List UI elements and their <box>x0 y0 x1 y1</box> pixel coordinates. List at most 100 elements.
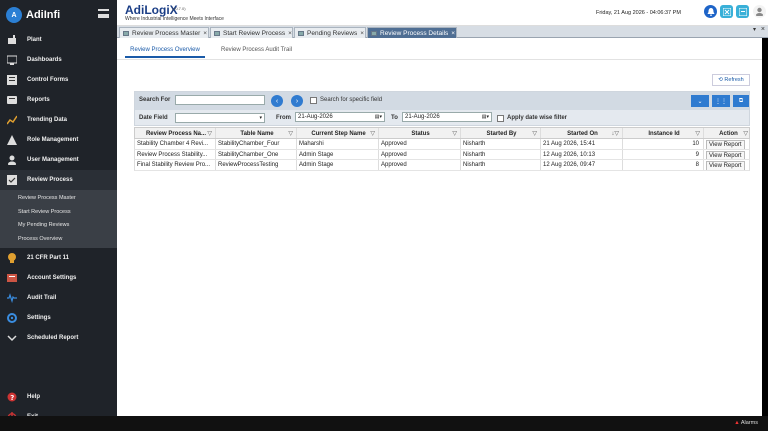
sidebar-item-21-cfr-part-11[interactable]: 21 CFR Part 11 <box>0 248 117 268</box>
sidebar: A AdiInfi Plant Dashboards Control Forms… <box>0 0 117 431</box>
to-date-value: 21-Aug-2026 <box>405 114 440 120</box>
tab-review-process-master[interactable]: Review Process Master × <box>119 27 209 38</box>
hamburger-menu-icon[interactable] <box>98 9 109 18</box>
filter-icon[interactable]: ▽ <box>288 128 293 138</box>
column-header-current-step-name[interactable]: Current Step Name ▽ <box>297 128 379 138</box>
calendar-icon[interactable]: ▤▾ <box>375 113 382 122</box>
search-specific-field-checkbox[interactable] <box>310 97 317 104</box>
close-all-tabs-icon[interactable]: × <box>761 26 765 33</box>
filter-icon[interactable]: ▽ <box>207 128 212 138</box>
filter-expand-button[interactable]: ⌄ <box>691 95 709 107</box>
account-settings-icon <box>6 272 18 284</box>
cell-started-on: 12 Aug 2026, 10:13 <box>541 149 623 159</box>
next-arrow-icon[interactable]: › <box>291 95 303 107</box>
sidebar-item-dashboards[interactable]: Dashboards <box>0 50 117 70</box>
tab-close-icon[interactable]: × <box>203 30 207 37</box>
column-header-review-process-name[interactable]: Review Process Na... ▽ <box>135 128 216 138</box>
export-excel-icon[interactable] <box>720 5 733 18</box>
sidebar-item-label: Dashboards <box>27 57 62 63</box>
sidebar-item-account-settings[interactable]: Account Settings <box>0 268 117 288</box>
tab-close-icon[interactable]: × <box>451 30 455 37</box>
sidebar-item-label: Role Management <box>27 137 79 143</box>
alarm-icon: ▲ <box>734 420 740 426</box>
sidebar-item-user-management[interactable]: User Management <box>0 150 117 170</box>
submenu-item-process-overview[interactable]: Process Overview <box>0 233 117 247</box>
cell-current-step: Admin Stage <box>297 160 379 170</box>
sidebar-item-label: Plant <box>27 37 42 43</box>
tab-close-icon[interactable]: × <box>360 30 364 37</box>
sidebar-item-reports[interactable]: Reports <box>0 90 117 110</box>
sidebar-item-settings[interactable]: Settings <box>0 308 117 328</box>
cell-current-step: Admin Stage <box>297 149 379 159</box>
submenu-item-review-process-master[interactable]: Review Process Master <box>0 192 117 206</box>
export-pdf-icon[interactable] <box>736 5 749 18</box>
tab-review-process-audit-trail[interactable]: Review Process Audit Trail <box>221 42 292 58</box>
sort-desc-filter-icon[interactable]: ↓▽ <box>611 128 619 138</box>
tab-review-process-details[interactable]: Review Process Details × <box>367 27 457 38</box>
date-field-select[interactable]: ▾ <box>175 113 265 123</box>
brand-name: AdiInfi <box>26 9 61 21</box>
from-date-input[interactable]: 21-Aug-2026 ▤▾ <box>295 112 385 122</box>
cell-table-name: ReviewProcessTesting <box>216 160 297 170</box>
sidebar-item-role-management[interactable]: Role Management <box>0 130 117 150</box>
filter-icon[interactable]: ▽ <box>532 128 537 138</box>
view-report-button[interactable]: View Report <box>706 150 745 159</box>
table-row[interactable]: Final Stability Review Pro... ReviewProc… <box>134 160 750 171</box>
tab-pending-reviews[interactable]: Pending Reviews × <box>294 27 366 38</box>
header-datetime: Friday, 21 Aug 2026 - 04:06:37 PM <box>596 10 681 16</box>
sidebar-item-control-forms[interactable]: Control Forms <box>0 70 117 90</box>
sidebar-item-scheduled-report[interactable]: Scheduled Report <box>0 328 117 348</box>
tab-close-icon[interactable]: × <box>288 30 292 37</box>
table-row[interactable]: Stability Chamber 4 Revi... StabilityCha… <box>134 139 750 150</box>
filter-icon[interactable]: ▽ <box>743 128 748 138</box>
gear-icon <box>6 312 18 324</box>
search-input[interactable] <box>175 95 265 105</box>
sidebar-item-trending-data[interactable]: Trending Data <box>0 110 117 130</box>
prev-arrow-icon[interactable]: ‹ <box>271 95 283 107</box>
cell-started-on: 12 Aug 2026, 09:47 <box>541 160 623 170</box>
notification-bell-icon[interactable] <box>704 5 717 18</box>
refresh-button[interactable]: ⟲ Refresh <box>712 74 750 86</box>
filter-icon[interactable]: ▽ <box>452 128 457 138</box>
view-report-button[interactable]: View Report <box>706 140 745 149</box>
column-header-label: Started On <box>567 131 598 137</box>
column-header-instance-id[interactable]: Instance Id ▽ <box>623 128 704 138</box>
date-field-label: Date Field <box>139 115 168 121</box>
column-chooser-button[interactable]: ⋮⋮ <box>712 95 730 107</box>
filter-icon[interactable]: ▽ <box>370 128 375 138</box>
sidebar-item-label: Help <box>27 394 41 400</box>
submenu-item-start-review-process[interactable]: Start Review Process <box>0 206 117 220</box>
sidebar-item-help[interactable]: ? Help <box>0 387 117 407</box>
sidebar-item-review-process[interactable]: Review Process <box>0 170 117 190</box>
tab-label: Review Process Details <box>380 30 449 37</box>
export-button[interactable]: ⧉ <box>733 95 749 107</box>
cell-started-by: Nisharth <box>461 149 541 159</box>
sidebar-item-label: Trending Data <box>27 117 68 123</box>
filter-icon[interactable]: ▽ <box>695 128 700 138</box>
to-date-input[interactable]: 21-Aug-2026 ▤▾ <box>402 112 492 122</box>
cell-instance-id: 9 <box>623 149 704 159</box>
calendar-icon[interactable]: ▤▾ <box>482 113 489 122</box>
tab-list-dropdown-icon[interactable]: ▾ <box>753 26 756 33</box>
cell-status: Approved <box>379 160 461 170</box>
tab-review-process-overview[interactable]: Review Process Overview <box>125 42 205 58</box>
column-header-status[interactable]: Status ▽ <box>379 128 461 138</box>
column-header-started-by[interactable]: Started By ▽ <box>461 128 541 138</box>
column-header-started-on[interactable]: Started On ↓▽ <box>541 128 623 138</box>
column-header-action[interactable]: Action ▽ <box>704 128 751 138</box>
alarms-indicator[interactable]: ▲ Alarms <box>734 420 758 426</box>
sidebar-item-label: Control Forms <box>27 77 69 83</box>
sidebar-item-audit-trail[interactable]: Audit Trail <box>0 288 117 308</box>
review-process-submenu: Review Process Master Start Review Proce… <box>0 190 117 248</box>
column-header-label: Table Name <box>240 131 274 137</box>
apply-date-filter-checkbox[interactable] <box>497 115 504 122</box>
column-header-table-name[interactable]: Table Name ▽ <box>216 128 297 138</box>
table-row[interactable]: Review Process Stability... StabilityCha… <box>134 149 750 160</box>
submenu-item-my-pending-reviews[interactable]: My Pending Reviews <box>0 219 117 233</box>
sidebar-item-plant[interactable]: Plant <box>0 30 117 50</box>
view-report-button[interactable]: View Report <box>706 161 745 170</box>
profile-avatar-icon[interactable] <box>753 5 766 18</box>
tab-page-icon <box>298 31 304 36</box>
apply-date-filter-label: Apply date wise filter <box>507 115 568 121</box>
tab-start-review-process[interactable]: Start Review Process × <box>210 27 293 38</box>
